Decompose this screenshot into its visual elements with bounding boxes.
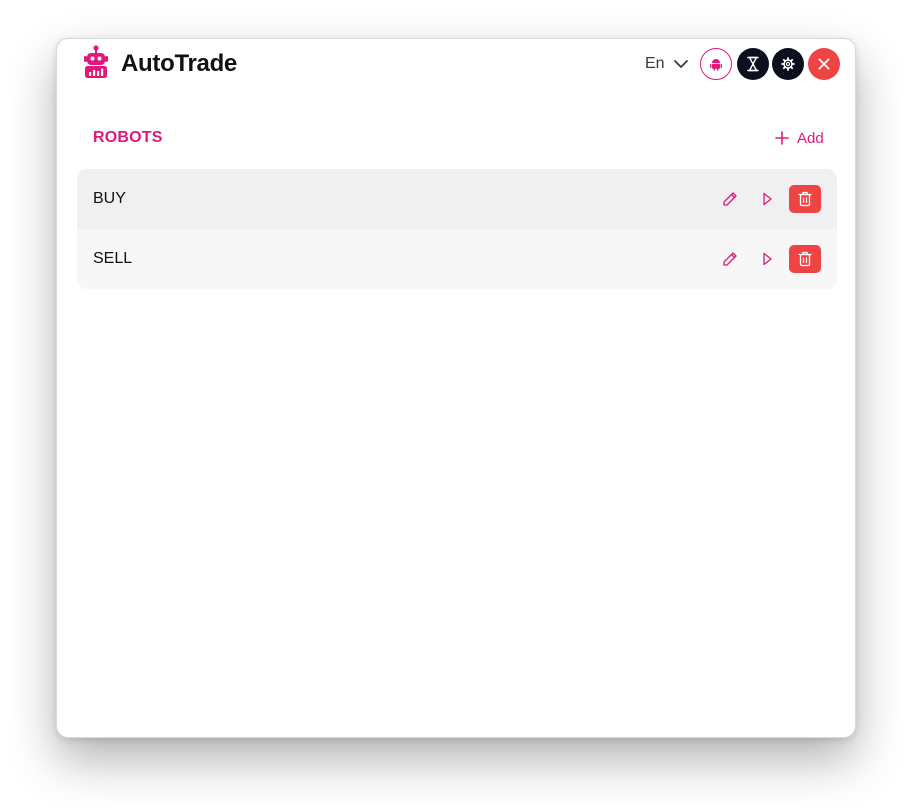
edit-button[interactable] [716,245,744,273]
chevron-down-icon [673,60,688,68]
play-icon [763,252,772,266]
trash-icon [798,191,812,207]
add-robot-button[interactable]: Add [775,127,824,149]
robot-actions [716,185,821,213]
robot-row-sell[interactable]: SELL [77,229,837,289]
pencil-icon [723,252,737,266]
hourglass-icon [747,56,759,72]
plus-icon [775,131,789,145]
robot-logo-icon [84,45,108,78]
play-button[interactable] [753,245,781,273]
app-window: AutoTrade En ROBOTS Add BUY SELL [56,38,856,738]
delete-button[interactable] [789,185,821,213]
header: AutoTrade En [57,39,855,91]
timer-button[interactable] [737,48,769,80]
play-button[interactable] [753,185,781,213]
pencil-icon [723,192,737,206]
gear-icon [781,57,795,71]
robot-actions [716,245,821,273]
robots-section-title: ROBOTS [93,129,163,146]
app-title: AutoTrade [121,50,237,77]
edit-button[interactable] [716,185,744,213]
android-button[interactable] [700,48,732,80]
play-icon [763,192,772,206]
settings-button[interactable] [772,48,804,80]
robot-list: BUY SELL [77,169,837,289]
close-button[interactable] [808,48,840,80]
add-label: Add [797,129,824,147]
trash-icon [798,251,812,267]
robot-name: SELL [93,250,133,267]
delete-button[interactable] [789,245,821,273]
language-label: En [645,55,665,72]
robot-name: BUY [93,190,126,207]
robot-row-buy[interactable]: BUY [77,169,837,229]
language-selector[interactable]: En [645,53,689,75]
android-icon [710,59,722,71]
close-icon [818,58,830,70]
